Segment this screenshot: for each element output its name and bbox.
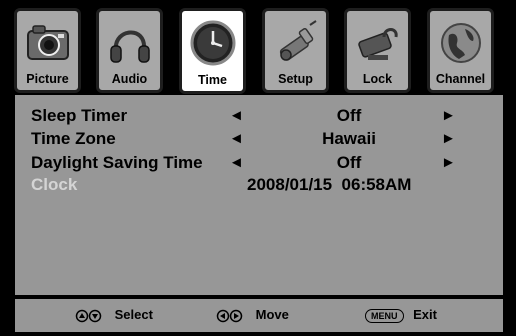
headphones-icon: [109, 30, 150, 63]
tab-setup[interactable]: Setup: [262, 8, 329, 93]
tab-picture[interactable]: Picture: [14, 8, 81, 93]
select-label: Select: [114, 307, 153, 322]
setting-value: Off: [336, 106, 362, 125]
move-label: Move: [255, 307, 289, 322]
arrow-left-icon[interactable]: ◄: [229, 130, 244, 147]
arrow-left-icon[interactable]: ◄: [229, 154, 244, 171]
tab-channel[interactable]: Channel: [427, 8, 494, 93]
globe-icon: [440, 23, 481, 63]
footer-select-hint: Select: [75, 307, 153, 323]
setting-value: Hawaii: [322, 129, 376, 148]
left-right-keys-icon: [216, 309, 243, 322]
menu-tab-bar: Picture Audio Time Setup Lock Channel: [11, 2, 507, 94]
setting-row-daylight-saving[interactable]: Daylight Saving Time ◄ Off ►: [15, 153, 503, 175]
clock-value: 2008/01/15 06:58AM: [247, 175, 412, 194]
setting-row-sleep-timer[interactable]: Sleep Timer ◄ Off ►: [15, 106, 503, 128]
tab-label: Lock: [362, 72, 393, 86]
arrow-right-icon[interactable]: ►: [441, 154, 456, 171]
tab-time[interactable]: Time: [179, 8, 246, 94]
tab-lock[interactable]: Lock: [344, 8, 411, 93]
tab-label: Picture: [26, 72, 69, 86]
setting-label: Daylight Saving Time: [31, 153, 203, 172]
arrow-right-icon[interactable]: ►: [441, 107, 456, 124]
footer-move-hint: Move: [216, 307, 289, 323]
arrow-right-icon[interactable]: ►: [441, 130, 456, 147]
tab-label: Channel: [435, 72, 486, 86]
lock-icon: [357, 28, 398, 60]
setting-label: Sleep Timer: [31, 106, 128, 125]
up-down-keys-icon: [75, 309, 102, 322]
tab-audio[interactable]: Audio: [96, 8, 163, 93]
clock-icon: [190, 20, 235, 66]
tab-label: Audio: [111, 72, 148, 86]
camera-icon: [26, 25, 69, 60]
footer-hint-bar: Select Move MENU Exit: [15, 299, 503, 332]
menu-key-icon: MENU: [365, 308, 404, 323]
exit-label: Exit: [413, 307, 437, 322]
setting-row-time-zone[interactable]: Time Zone ◄ Hawaii ►: [15, 129, 503, 151]
settings-panel: Sleep Timer ◄ Off ► Time Zone ◄ Hawaii ►…: [15, 95, 503, 295]
setting-row-clock: Clock 2008/01/15 06:58AM: [15, 175, 503, 197]
setting-label: Time Zone: [31, 129, 116, 148]
setup-icon: [279, 20, 317, 61]
arrow-left-icon[interactable]: ◄: [229, 107, 244, 124]
setting-value: Off: [336, 153, 362, 172]
tab-label: Setup: [278, 72, 313, 86]
tv-menu-screen: Picture Audio Time Setup Lock Channel Sl…: [11, 2, 507, 334]
footer-exit-hint: MENU Exit: [365, 307, 437, 323]
tab-label: Time: [198, 73, 227, 87]
setting-label: Clock: [31, 175, 78, 194]
